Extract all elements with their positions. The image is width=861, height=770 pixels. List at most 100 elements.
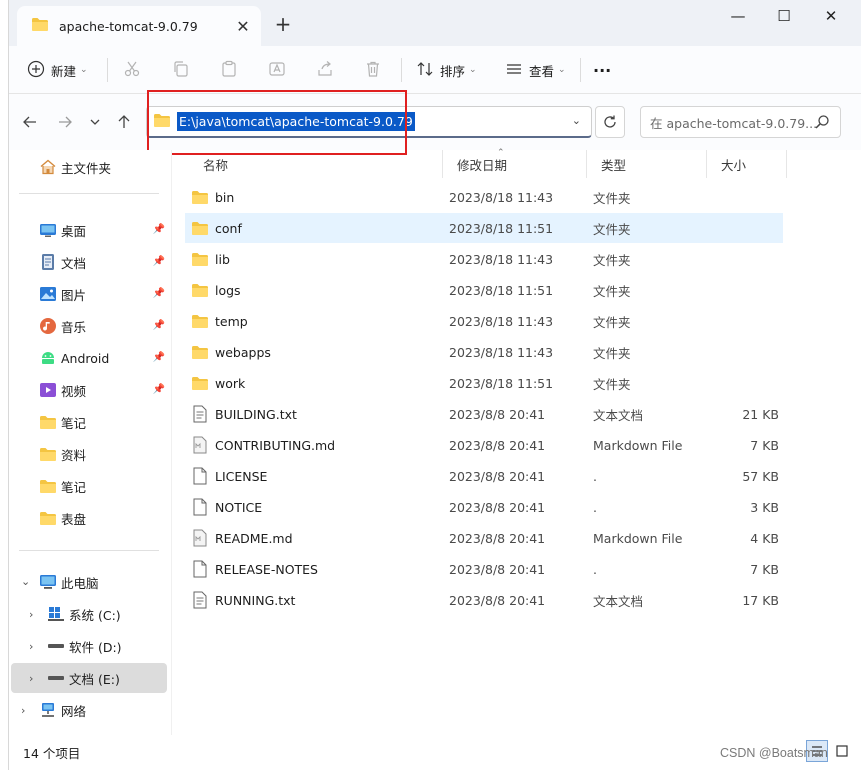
file-type: 文件夹 <box>593 345 631 361</box>
file-row[interactable]: RUNNING.txt 2023/8/8 20:41 文本文档 17 KB <box>185 585 783 615</box>
file-row[interactable]: webapps 2023/8/18 11:43 文件夹 <box>185 337 783 367</box>
column-header-name[interactable]: 名称 <box>187 150 443 178</box>
file-row[interactable]: conf 2023/8/18 11:51 文件夹 <box>185 213 783 243</box>
rename-button[interactable] <box>268 56 286 84</box>
file-name: logs <box>215 282 241 298</box>
view-button[interactable]: 查看 ⌄ <box>505 56 566 84</box>
sidebar-item-videos[interactable]: 视频 📌 <box>39 375 167 405</box>
file-row[interactable]: work 2023/8/18 11:51 文件夹 <box>185 368 783 398</box>
title-bar: apache-tomcat-9.0.79 ✕ + — ☐ ✕ <box>9 0 861 46</box>
sidebar-item-drive-d[interactable]: 软件 (D:) <box>47 631 167 661</box>
file-type: 文件夹 <box>593 221 631 237</box>
chevron-down-icon[interactable]: ⌄ <box>21 575 30 588</box>
drive-icon <box>47 669 65 687</box>
share-icon <box>316 60 334 81</box>
file-row[interactable]: temp 2023/8/18 11:43 文件夹 <box>185 306 783 336</box>
sidebar-item-home[interactable]: 主文件夹 <box>39 152 167 182</box>
folder-icon <box>39 413 57 431</box>
file-name: lib <box>215 251 230 267</box>
sidebar-item-network[interactable]: 网络 <box>39 695 167 725</box>
column-header-date[interactable]: 修改日期 <box>443 150 587 178</box>
sort-button[interactable]: 排序 ⌄ <box>416 56 477 84</box>
sidebar-item-android[interactable]: Android 📌 <box>39 343 167 373</box>
file-row[interactable]: NOTICE 2023/8/8 20:41. 3 KB <box>185 492 783 522</box>
refresh-button[interactable] <box>595 106 625 138</box>
sidebar-item-dial[interactable]: 表盘 <box>39 503 167 533</box>
paste-button[interactable] <box>220 56 238 84</box>
sidebar-item-desktop[interactable]: 桌面 📌 <box>39 215 167 245</box>
sort-icon <box>416 60 434 81</box>
up-button[interactable] <box>112 110 136 134</box>
recent-locations-button[interactable] <box>83 110 107 134</box>
minimize-button[interactable]: — <box>715 4 761 28</box>
item-count: 14 个项目 <box>23 746 81 761</box>
sidebar-item-drive-c[interactable]: 系统 (C:) <box>47 599 167 629</box>
back-button[interactable] <box>18 110 42 134</box>
file-row[interactable]: LICENSE 2023/8/8 20:41. 57 KB <box>185 461 783 491</box>
sidebar-item-materials[interactable]: 资料 <box>39 439 167 469</box>
copy-button[interactable] <box>172 56 190 84</box>
view-icon <box>505 60 523 81</box>
windows-drive-icon <box>47 605 65 623</box>
close-window-button[interactable]: ✕ <box>808 4 854 28</box>
file-date: 2023/8/18 11:43 <box>449 251 554 267</box>
share-button[interactable] <box>316 56 334 84</box>
file-row[interactable]: logs 2023/8/18 11:51 文件夹 <box>185 275 783 305</box>
maximize-button[interactable]: ☐ <box>761 4 807 28</box>
arrow-right-icon <box>59 116 72 128</box>
sidebar-item-notes[interactable]: 笔记 <box>39 407 167 437</box>
file-date: 2023/8/8 20:41 <box>449 437 546 453</box>
more-options-button[interactable]: ··· <box>593 56 611 84</box>
sidebar-item-pictures[interactable]: 图片 📌 <box>39 279 167 309</box>
chevron-down-icon[interactable]: ⌄ <box>572 114 581 127</box>
file-name: work <box>215 375 246 391</box>
file-row[interactable]: lib 2023/8/18 11:43 文件夹 <box>185 244 783 274</box>
file-row[interactable]: README.md 2023/8/8 20:41 Markdown File 4 KB <box>185 523 783 553</box>
chevron-right-icon[interactable]: › <box>29 640 33 653</box>
search-input[interactable]: 在 apache-tomcat-9.0.79... <box>640 106 841 138</box>
search-icon[interactable] <box>814 114 830 133</box>
pin-icon[interactable]: 📌 <box>153 256 165 267</box>
file-name-cell: temp <box>191 312 248 330</box>
file-type: . <box>593 561 597 577</box>
pin-icon[interactable]: 📌 <box>153 320 165 331</box>
sidebar-item-drive-e[interactable]: › 文档 (E:) <box>11 663 167 693</box>
file-row[interactable]: CONTRIBUTING.md 2023/8/8 20:41 Markdown Fi… <box>185 430 783 460</box>
delete-button[interactable] <box>364 56 382 84</box>
file-date: 2023/8/18 11:51 <box>449 220 554 236</box>
chevron-down-icon: ⌄ <box>469 65 477 75</box>
file-row[interactable]: RELEASE-NOTES 2023/8/8 20:41. 7 KB <box>185 554 783 584</box>
tab-close-icon[interactable]: ✕ <box>231 14 255 38</box>
address-bar[interactable]: E:\java\tomcat\apache-tomcat-9.0.79 ⌄ <box>146 106 592 138</box>
sidebar-item-this-pc[interactable]: 此电脑 <box>39 567 167 597</box>
view-label: 查看 <box>529 63 555 79</box>
new-tab-button[interactable]: + <box>271 12 295 36</box>
tab-apache-tomcat[interactable]: apache-tomcat-9.0.79 ✕ <box>17 6 261 46</box>
pin-icon[interactable]: 📌 <box>153 288 165 299</box>
sidebar-item-documents[interactable]: 文档 📌 <box>39 247 167 277</box>
column-header-size[interactable]: 大小 <box>707 150 787 178</box>
chevron-right-icon[interactable]: › <box>29 608 33 621</box>
forward-button[interactable] <box>53 110 77 134</box>
sidebar-item-music[interactable]: 音乐 📌 <box>39 311 167 341</box>
new-button[interactable]: 新建 ⌄ <box>27 56 88 84</box>
plus-circle-icon <box>27 60 45 81</box>
address-path[interactable]: E:\java\tomcat\apache-tomcat-9.0.79 <box>177 112 415 131</box>
file-row[interactable]: bin 2023/8/18 11:43 文件夹 <box>185 182 783 212</box>
pin-icon[interactable]: 📌 <box>153 384 165 395</box>
tiles-view-button[interactable] <box>831 740 853 762</box>
column-header-type[interactable]: 类型 <box>587 150 707 178</box>
chevron-right-icon[interactable]: › <box>29 672 33 685</box>
file-icon <box>191 467 209 485</box>
file-row[interactable]: BUILDING.txt 2023/8/8 20:41 文本文档 21 KB <box>185 399 783 429</box>
chevron-right-icon[interactable]: › <box>21 704 25 717</box>
text-file-icon <box>191 405 209 423</box>
cut-button[interactable] <box>123 56 141 84</box>
text-file-icon <box>191 591 209 609</box>
file-name: README.md <box>215 530 293 546</box>
pin-icon[interactable]: 📌 <box>153 352 165 363</box>
file-date: 2023/8/18 11:43 <box>449 344 554 360</box>
sidebar-item-notes-2[interactable]: 笔记 <box>39 471 167 501</box>
file-date: 2023/8/18 11:43 <box>449 189 554 205</box>
pin-icon[interactable]: 📌 <box>153 224 165 235</box>
